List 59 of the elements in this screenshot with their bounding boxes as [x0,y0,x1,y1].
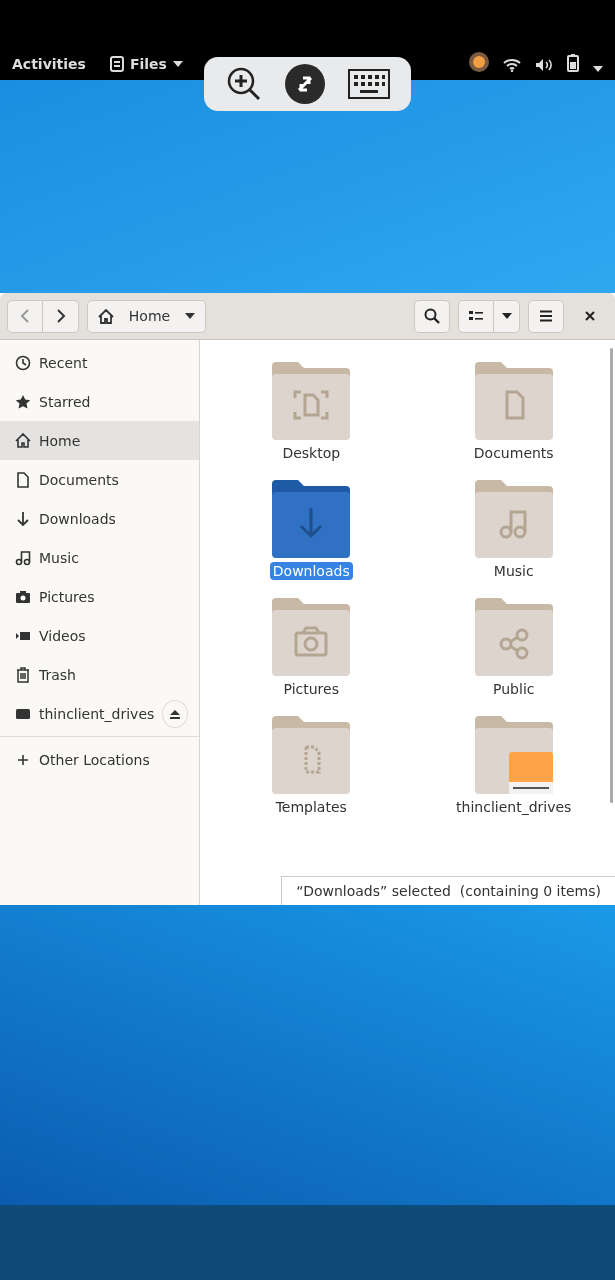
forward-icon [55,309,66,323]
folder-label[interactable]: thinclient_drives [453,798,575,816]
volume-icon[interactable] [535,58,553,72]
sidebar-item[interactable]: Videos [0,616,199,655]
search-button[interactable] [414,299,450,333]
menu-button[interactable] [528,299,564,333]
search-icon [424,308,440,324]
eject-icon [169,708,182,719]
home-icon [15,432,31,449]
scrollbar[interactable] [610,348,613,803]
folder-label[interactable]: Desktop [279,444,344,462]
caret-icon [172,61,183,67]
music-icon [15,549,31,566]
forward-button[interactable] [43,299,79,333]
documents-icon [15,471,31,488]
back-icon [20,309,30,323]
zoom-in-icon[interactable] [225,66,262,102]
folder-label[interactable]: Templates [272,798,350,816]
recent-icon [15,354,31,371]
close-icon [585,311,595,321]
caret-icon [185,313,195,319]
sidebar-item[interactable]: Pictures [0,577,199,616]
menu-icon [539,310,553,322]
caret-icon [501,313,512,319]
home-icon [98,308,114,324]
sidebar-item[interactable]: Home [0,421,199,460]
sidebar-item[interactable]: Starred [0,382,199,421]
downloads-icon [15,510,31,527]
status-overlay: “Downloads” selected (containing 0 items) [281,876,615,905]
trash-icon [15,666,31,683]
remote-connection-icon[interactable] [284,64,325,104]
caret-icon[interactable] [593,66,603,72]
folder-label[interactable]: Downloads [269,562,353,580]
sidebar-item[interactable]: Trash [0,655,199,694]
starred-icon [15,393,31,410]
battery-icon[interactable] [567,54,579,72]
sidebar-item[interactable]: Other Locations [0,740,199,779]
folder-label[interactable]: Music [490,562,537,580]
view-options-button[interactable] [494,299,520,333]
app-menu[interactable]: Files [109,56,183,72]
folder-label[interactable]: Public [490,680,538,698]
sidebar-item[interactable]: thinclient_drives [0,694,199,733]
folder-label[interactable]: Documents [470,444,557,462]
sidebar-item[interactable]: Documents [0,460,199,499]
pictures-icon [15,588,31,605]
keyboard-icon[interactable] [347,69,390,99]
files-icon [109,56,124,72]
folder-icon[interactable] [270,478,353,560]
location-button[interactable]: Home [87,299,206,333]
wifi-icon[interactable] [503,58,521,72]
view-list-button[interactable] [458,299,494,333]
sidebar-item[interactable]: Downloads [0,499,199,538]
eject-button[interactable] [162,699,188,728]
list-view-icon [469,310,483,322]
sidebar-item[interactable]: Music [0,538,199,577]
folder-label[interactable]: Pictures [280,680,342,698]
activities-button[interactable]: Activities [12,56,86,72]
sidebar-item[interactable]: Recent [0,343,199,382]
avatar-icon[interactable] [469,52,489,72]
